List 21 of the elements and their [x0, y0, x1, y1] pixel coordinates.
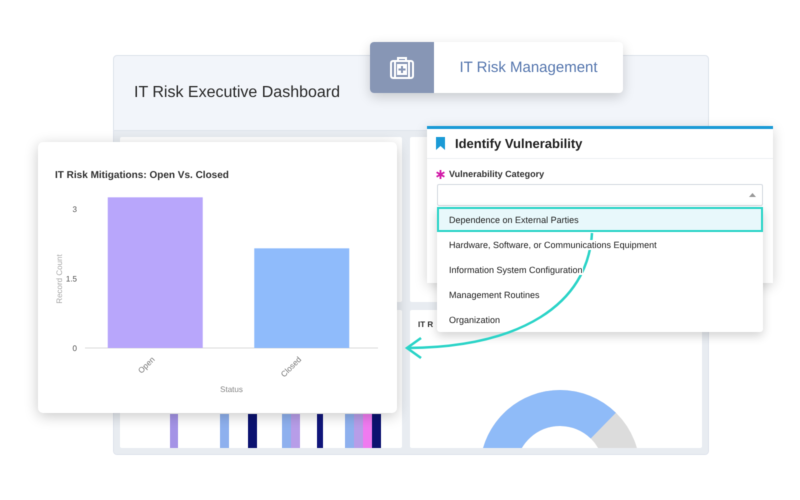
app-badge[interactable]: IT Risk Management [370, 42, 623, 93]
y-tick-label: 3 [72, 204, 77, 214]
dropdown-option[interactable]: Dependence on External Parties [437, 207, 763, 232]
form-title: Identify Vulnerability [455, 136, 582, 151]
dropdown-option[interactable]: Information System Configuration [437, 257, 763, 282]
y-tick-label: 1.5 [66, 274, 77, 284]
dropdown-option[interactable]: Hardware, Software, or Communications Equipment [437, 232, 763, 257]
bookmark-icon [436, 137, 445, 150]
y-axis-title: Record Count [55, 254, 64, 304]
caret-icon [749, 193, 756, 197]
panel-title: IT R [417, 319, 434, 331]
dropdown-option[interactable]: Management Routines [437, 282, 763, 307]
app-title: IT Risk Management [458, 58, 599, 78]
medical-kit-icon [390, 56, 414, 78]
x-axis-title: Status [220, 385, 243, 394]
dropdown-option[interactable]: Organization [437, 307, 763, 332]
dropdown-field[interactable] [437, 184, 763, 206]
y-tick-label: 0 [72, 344, 77, 353]
dashboard-title: IT Risk Executive Dashboard [134, 84, 340, 102]
chart-title: IT Risk Mitigations: Open Vs. Closed [54, 169, 230, 183]
field-label: Vulnerability Category [449, 169, 544, 179]
